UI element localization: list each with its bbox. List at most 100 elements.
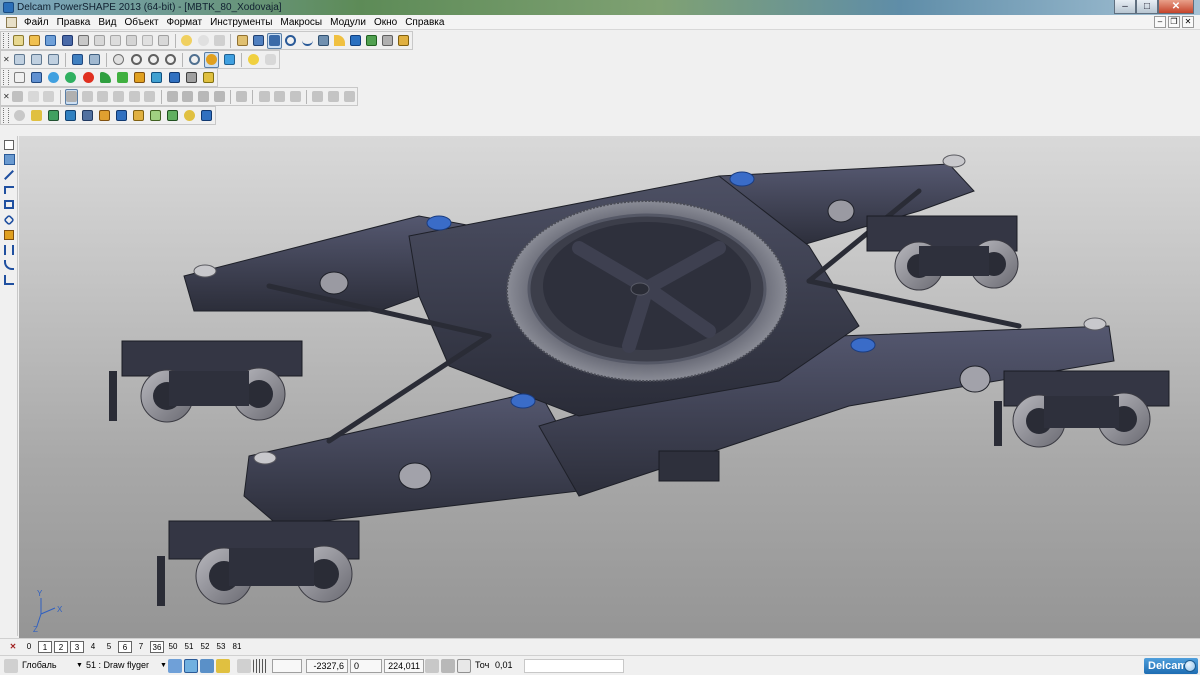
app-icon[interactable] xyxy=(3,2,14,13)
toolbar-grip[interactable] xyxy=(3,33,9,48)
model-view[interactable]: Y X Z xyxy=(19,136,1200,638)
level-button[interactable]: 50 xyxy=(166,641,180,653)
solid-cube-icon[interactable] xyxy=(165,89,179,105)
snap-point-icon[interactable] xyxy=(168,658,182,673)
sweep-icon[interactable] xyxy=(289,89,303,105)
revolve-icon[interactable] xyxy=(273,89,287,105)
snap-object-icon[interactable] xyxy=(200,658,214,673)
solid-icon[interactable] xyxy=(348,33,362,49)
doc-close-button[interactable]: ✕ xyxy=(1182,16,1194,28)
print-icon[interactable] xyxy=(76,33,90,49)
level-button[interactable]: 36 xyxy=(150,640,164,653)
properties-icon[interactable] xyxy=(441,658,455,673)
clip-icon[interactable] xyxy=(112,89,126,105)
wireframe-select-icon[interactable] xyxy=(267,32,282,49)
level-button[interactable]: 7 xyxy=(134,641,148,653)
shaded-wire-icon[interactable] xyxy=(221,52,236,68)
line-icon[interactable] xyxy=(2,168,16,181)
snap-icon[interactable] xyxy=(212,33,226,49)
workplane-icon[interactable] xyxy=(4,658,18,673)
solid-cone-icon[interactable] xyxy=(197,89,211,105)
undo-icon[interactable] xyxy=(180,33,194,49)
surface-icon[interactable] xyxy=(316,33,330,49)
redo-icon[interactable] xyxy=(196,33,210,49)
bogie-front-right[interactable] xyxy=(157,520,360,606)
level-button[interactable]: 1 xyxy=(38,640,52,653)
morph-icon[interactable] xyxy=(165,108,180,124)
open-model-icon[interactable] xyxy=(28,33,42,49)
polyline-icon[interactable] xyxy=(2,183,16,196)
triangle-icon[interactable] xyxy=(115,70,130,86)
bogie-front-left[interactable] xyxy=(109,340,303,423)
edit-icon[interactable] xyxy=(141,33,155,49)
mesh-icon[interactable] xyxy=(201,70,216,86)
solid-blue-icon[interactable] xyxy=(63,108,78,124)
blend-icon[interactable] xyxy=(127,89,141,105)
menu-format[interactable]: Формат xyxy=(163,17,207,28)
menu-help[interactable]: Справка xyxy=(401,17,448,28)
level-close-icon[interactable]: ✕ xyxy=(6,641,20,653)
tolerance-value[interactable]: 0,01 xyxy=(492,659,520,673)
toolbar-close-icon[interactable]: ✕ xyxy=(3,55,11,64)
hidden-line-icon[interactable] xyxy=(42,89,56,105)
layer-icon[interactable] xyxy=(46,70,61,86)
document-icon[interactable] xyxy=(12,70,27,86)
maximize-button[interactable]: □ xyxy=(1136,0,1158,14)
level-button[interactable]: 6 xyxy=(118,640,132,653)
zoom-fit-icon[interactable] xyxy=(111,52,126,68)
solid-sphere-icon[interactable] xyxy=(212,89,226,105)
model-icon[interactable] xyxy=(44,33,58,49)
menu-window[interactable]: Окно xyxy=(370,17,401,28)
level-button[interactable]: 3 xyxy=(70,640,84,653)
shell-icon[interactable] xyxy=(311,89,325,105)
snap-grid-icon[interactable] xyxy=(184,658,198,673)
workplane-icon[interactable] xyxy=(251,33,265,49)
color-icon[interactable] xyxy=(81,70,96,86)
solid-cube-icon[interactable] xyxy=(2,228,16,241)
offset-icon[interactable] xyxy=(143,89,157,105)
menu-file[interactable]: Файл xyxy=(20,17,53,28)
level-button[interactable]: 81 xyxy=(230,641,244,653)
measure-icon[interactable] xyxy=(184,70,199,86)
hand-icon[interactable] xyxy=(263,52,278,68)
copy-icon[interactable] xyxy=(108,33,122,49)
doc-minimize-button[interactable]: – xyxy=(1154,16,1166,28)
menu-tools[interactable]: Инструменты xyxy=(206,17,276,28)
material-icon[interactable] xyxy=(63,70,78,86)
curve-icon[interactable] xyxy=(300,33,314,49)
assembly-icon[interactable] xyxy=(381,33,395,49)
zoom-icon[interactable] xyxy=(129,52,144,68)
close-button[interactable]: ✕ xyxy=(1158,0,1194,14)
tolerance-icon[interactable] xyxy=(457,658,471,673)
dimension-icon[interactable] xyxy=(2,243,16,256)
level-button[interactable]: 5 xyxy=(102,641,116,653)
view-side-icon[interactable] xyxy=(46,52,61,68)
section-icon[interactable] xyxy=(96,89,110,105)
menu-view[interactable]: Вид xyxy=(94,17,120,28)
delete-icon[interactable] xyxy=(157,33,171,49)
circle-icon[interactable] xyxy=(284,33,298,49)
level-button[interactable]: 53 xyxy=(214,641,228,653)
render-mode-icon[interactable] xyxy=(64,88,79,105)
history-icon[interactable] xyxy=(12,108,27,124)
thicken-icon[interactable] xyxy=(327,89,341,105)
tools-icon[interactable] xyxy=(397,33,411,49)
polygon-icon[interactable] xyxy=(2,213,16,226)
solid-edit-icon[interactable] xyxy=(97,108,112,124)
solid-cyl-icon[interactable] xyxy=(181,89,195,105)
boolean-icon[interactable] xyxy=(235,89,249,105)
view-iso2-icon[interactable] xyxy=(87,52,102,68)
calculator-icon[interactable] xyxy=(425,658,439,673)
analysis-icon[interactable] xyxy=(166,70,181,86)
trim-icon[interactable] xyxy=(29,108,44,124)
document-icon[interactable] xyxy=(6,16,17,28)
text-icon[interactable] xyxy=(29,70,44,86)
trace-icon[interactable] xyxy=(148,108,163,124)
workplane-select[interactable]: Глобаль xyxy=(19,659,73,673)
zoom-window-icon[interactable] xyxy=(163,52,178,68)
zoom-out-icon[interactable] xyxy=(146,52,161,68)
render-icon[interactable] xyxy=(98,70,113,86)
view-front-icon[interactable] xyxy=(29,52,44,68)
grid-icon[interactable] xyxy=(253,658,267,673)
graphics-viewport[interactable]: Y X Z xyxy=(19,136,1200,638)
